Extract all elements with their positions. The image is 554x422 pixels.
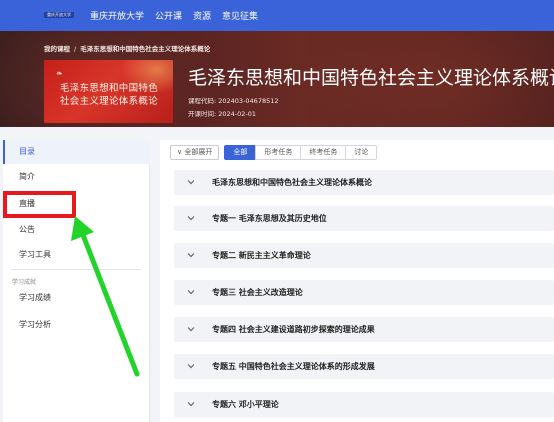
green-arrow-annotation [71,216,140,377]
